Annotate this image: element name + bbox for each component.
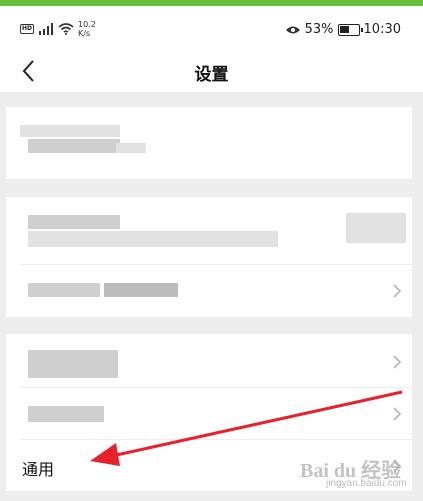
status-bar: HD 10.2 K/s 53% 10:30	[0, 6, 423, 52]
battery-icon	[337, 23, 363, 36]
blurred-text	[104, 283, 178, 297]
status-right: 53% 10:30	[285, 22, 401, 37]
settings-card-account	[6, 107, 412, 179]
blurred-text	[116, 143, 146, 153]
blurred-text	[28, 215, 120, 229]
settings-row-account[interactable]	[6, 107, 412, 179]
blurred-text	[28, 283, 100, 297]
signal-icon	[39, 23, 53, 35]
battery-percent: 53%	[304, 22, 334, 37]
blurred-text	[28, 231, 278, 247]
settings-card-privacy	[6, 197, 412, 317]
battery-fill	[339, 25, 349, 33]
network-speed: 10.2 K/s	[78, 20, 96, 38]
chevron-right-icon	[393, 355, 402, 369]
nav-bar: 设置	[0, 52, 423, 92]
speed-value: 10.2	[78, 20, 96, 29]
chevron-right-icon	[393, 284, 402, 298]
hd-icon: HD	[20, 24, 34, 34]
settings-row-1[interactable]	[6, 197, 412, 265]
general-label: 通用	[22, 460, 55, 479]
eye-icon	[285, 26, 300, 33]
settings-row-3[interactable]	[6, 334, 412, 388]
clock: 10:30	[363, 22, 401, 37]
page-title: 设置	[194, 65, 229, 85]
blurred-text	[28, 139, 120, 153]
settings-card-general: 通用	[6, 334, 412, 491]
status-left: HD 10.2 K/s	[20, 20, 96, 38]
blurred-text	[346, 213, 406, 243]
speed-unit: K/s	[78, 29, 91, 38]
settings-row-4[interactable]	[6, 388, 412, 440]
wifi-icon	[58, 23, 74, 35]
blurred-text	[28, 350, 118, 378]
chevron-right-icon	[393, 407, 402, 421]
blurred-text	[28, 406, 104, 422]
chevron-right-icon	[393, 459, 402, 473]
blurred-text	[20, 125, 120, 137]
settings-row-2[interactable]	[6, 265, 412, 317]
settings-row-general[interactable]: 通用	[6, 440, 412, 491]
